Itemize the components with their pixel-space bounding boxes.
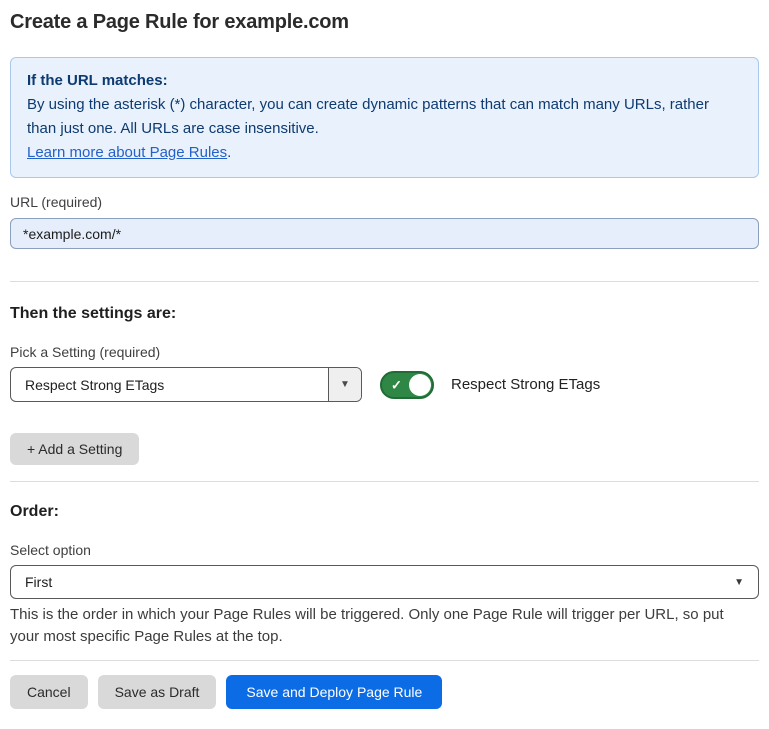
order-section-heading: Order: [10,503,759,521]
toggle-knob [409,374,431,396]
order-help-text: This is the order in which your Page Rul… [10,604,755,648]
chevron-down-icon: ▼ [734,577,744,588]
info-box-body: By using the asterisk (*) character, you… [27,93,742,141]
info-box-link-line: Learn more about Page Rules. [27,141,742,165]
divider [10,660,759,661]
info-box-heading: If the URL matches: [27,69,742,93]
checkmark-icon: ✓ [391,378,402,391]
link-suffix: . [227,144,231,161]
setting-row: Respect Strong ETags ▼ ✓ Respect Strong … [10,367,759,402]
chevron-down-icon: ▼ [340,379,350,390]
setting-toggle-wrap: ✓ Respect Strong ETags [380,371,600,399]
save-and-deploy-button[interactable]: Save and Deploy Page Rule [226,675,442,709]
cancel-button[interactable]: Cancel [10,675,88,709]
setting-select-value: Respect Strong ETags [11,368,328,401]
setting-select[interactable]: Respect Strong ETags ▼ [10,367,362,402]
setting-picker-label: Pick a Setting (required) [10,344,759,361]
setting-toggle[interactable]: ✓ [380,371,434,399]
divider [10,281,759,282]
setting-toggle-label: Respect Strong ETags [451,376,600,393]
order-select-value: First [25,574,52,590]
setting-select-arrow-button[interactable]: ▼ [328,368,361,401]
add-setting-button[interactable]: + Add a Setting [10,433,139,465]
page-title: Create a Page Rule for example.com [10,11,759,34]
url-match-info-box: If the URL matches: By using the asteris… [10,57,759,178]
settings-section-heading: Then the settings are: [10,305,759,323]
url-input[interactable] [10,218,759,249]
divider [10,481,759,482]
page-rule-form: Create a Page Rule for example.com If th… [0,11,769,709]
order-select-label: Select option [10,542,759,559]
url-field-label: URL (required) [10,194,759,211]
learn-more-link[interactable]: Learn more about Page Rules [27,144,227,161]
order-select[interactable]: First ▼ [10,565,759,599]
save-as-draft-button[interactable]: Save as Draft [98,675,217,709]
footer-actions: Cancel Save as Draft Save and Deploy Pag… [10,675,759,709]
